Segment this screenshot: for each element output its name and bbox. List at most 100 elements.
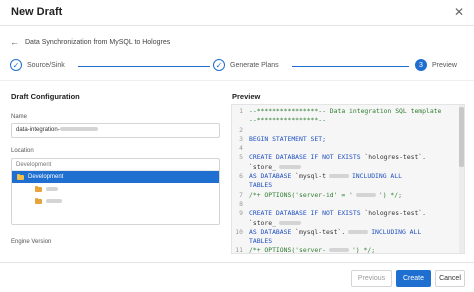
line-number: 1: [239, 107, 243, 115]
code-token: ') */;: [378, 190, 402, 199]
code-token: --****************-- Data integration SQ…: [249, 107, 442, 115]
code-line: 4: [232, 144, 458, 153]
code-token: AS DATABASE: [249, 172, 296, 181]
redacted-text: [59, 127, 98, 132]
step-generate-plans: ✓ Generate Plans: [213, 59, 279, 71]
create-button[interactable]: Create: [396, 270, 431, 287]
line-number: 4: [239, 144, 243, 153]
code-token: /*+ OPTIONS('server-id' = ': [249, 190, 353, 199]
step-number: 3: [415, 59, 427, 71]
line-number: 6: [239, 172, 243, 181]
divider: [0, 80, 474, 81]
code-line: `store_: [232, 219, 458, 228]
previous-button[interactable]: Previous: [351, 270, 392, 287]
name-value: data-integration-: [16, 127, 60, 133]
redacted-text: [355, 192, 376, 197]
code-token: CREATE DATABASE IF NOT EXISTS: [249, 153, 365, 162]
step-indicator: ✓ Source/Sink ✓ Generate Plans 3 Preview: [10, 59, 466, 73]
code-text: /*+ OPTIONS('server- ') */;: [249, 246, 376, 254]
code-token: `store_: [249, 218, 276, 227]
folder-icon: [35, 185, 42, 192]
folder-icon: [35, 197, 42, 204]
line-number: 8: [239, 199, 243, 208]
code-text: /*+ OPTIONS('server-id' = ' ') */;: [249, 191, 402, 200]
code-token: `store_: [249, 162, 276, 171]
code-token: BEGIN STATEMENT SET;: [249, 134, 326, 143]
code-line: 6 AS DATABASE `mysql-t INCLUDING ALL: [232, 172, 458, 181]
breadcrumb: ← Data Synchronization from MySQL to Hol…: [10, 37, 170, 47]
code-line: 10 AS DATABASE `mysql-test`. INCLUDING ALL: [232, 228, 458, 237]
location-selected-value: Development: [12, 159, 219, 171]
code-line: 9 CREATE DATABASE IF NOT EXISTS `hologres…: [232, 209, 458, 218]
code-token: INCLUDING ALL: [351, 172, 402, 181]
line-number: 11: [235, 246, 243, 254]
code-line: 2: [232, 126, 458, 135]
code-text: `store_: [249, 219, 304, 228]
code-line: TABLES: [232, 237, 458, 246]
breadcrumb-text: Data Synchronization from MySQL to Holog…: [25, 38, 171, 46]
line-number: 3: [239, 134, 243, 143]
code-token: CREATE DATABASE IF NOT EXISTS: [249, 209, 365, 218]
tree-item[interactable]: [12, 183, 219, 195]
step-connector: [78, 66, 210, 67]
step-label: Preview: [432, 61, 457, 69]
code-token: `mysql-t: [295, 172, 326, 181]
cancel-button[interactable]: Cancel: [435, 270, 465, 287]
code-token: INCLUDING ALL: [371, 227, 422, 236]
code-token: `mysql-test`.: [295, 227, 346, 236]
sql-code-editor[interactable]: 1 --****************-- Data integration S…: [231, 104, 465, 254]
redacted-text: [46, 187, 58, 191]
code-text: CREATE DATABASE IF NOT EXISTS `hologres-…: [249, 209, 426, 218]
redacted-text: [278, 220, 301, 225]
engine-version-label: Engine Version: [11, 239, 52, 245]
scrollbar[interactable]: [459, 105, 464, 253]
code-token: --****************--: [249, 116, 326, 125]
preview-title: Preview: [232, 92, 261, 101]
dialog-title: New Draft: [11, 6, 63, 18]
new-draft-dialog: New Draft ✕ ← Data Synchronization from …: [0, 0, 474, 292]
dialog-footer: Previous Create Cancel: [0, 262, 474, 292]
location-tree[interactable]: Development Development: [11, 158, 220, 225]
code-token: /*+ OPTIONS('server-: [249, 246, 326, 254]
code-token: AS DATABASE: [249, 227, 296, 236]
step-label: Generate Plans: [230, 61, 279, 69]
line-number: 9: [239, 209, 243, 218]
check-icon: ✓: [10, 59, 22, 71]
code-token: ') */;: [351, 246, 376, 254]
code-line: 1 --****************-- Data integration S…: [232, 107, 458, 116]
tree-item-development[interactable]: Development: [12, 171, 219, 183]
code-text: `store_: [249, 163, 304, 172]
code-text: AS DATABASE `mysql-test`. INCLUDING ALL: [249, 228, 421, 237]
code-line: --****************--: [232, 116, 458, 125]
code-text: AS DATABASE `mysql-t INCLUDING ALL: [249, 172, 402, 181]
draft-configuration-panel: Draft Configuration Name data-integratio…: [10, 86, 222, 254]
code-line: 3 BEGIN STATEMENT SET;: [232, 135, 458, 144]
close-icon[interactable]: ✕: [454, 5, 464, 19]
code-line: TABLES: [232, 181, 458, 190]
location-label: Location: [11, 148, 34, 154]
code-line: 8: [232, 200, 458, 209]
scrollbar-thumb[interactable]: [459, 107, 464, 167]
name-label: Name: [11, 114, 28, 120]
redacted-text: [46, 199, 62, 203]
line-number: 5: [239, 153, 243, 162]
code-token: TABLES: [249, 181, 273, 190]
tree-item[interactable]: [12, 195, 219, 207]
redacted-text: [328, 174, 349, 179]
folder-icon: [17, 173, 24, 180]
dialog-header: New Draft ✕: [0, 0, 474, 26]
back-arrow-icon[interactable]: ←: [10, 37, 19, 47]
code-line: 7 /*+ OPTIONS('server-id' = ' ') */;: [232, 191, 458, 200]
step-preview: 3 Preview: [415, 59, 457, 71]
code-line: 11 /*+ OPTIONS('server- ') */;: [232, 246, 458, 254]
name-input[interactable]: data-integration-: [11, 123, 220, 138]
check-icon: ✓: [213, 59, 225, 71]
code-text: BEGIN STATEMENT SET;: [249, 135, 326, 144]
code-text: TABLES: [249, 237, 272, 246]
code-text: --****************-- Data integration SQ…: [249, 107, 441, 116]
line-number: 10: [235, 227, 243, 236]
step-connector: [292, 66, 409, 67]
step-source-sink: ✓ Source/Sink: [10, 59, 65, 71]
redacted-text: [328, 248, 349, 253]
section-title: Draft Configuration: [11, 92, 80, 101]
